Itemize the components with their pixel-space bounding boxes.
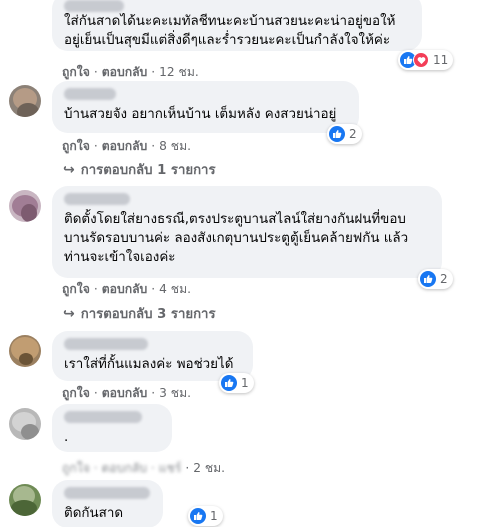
view-replies-label: การตอบกลับ 3 รายการ bbox=[80, 307, 216, 322]
comment-bubble: ติดตั้งโดยใส่ยางธรณี,ตรงประตูบานสไลน์ใส่… bbox=[52, 186, 442, 278]
comment-actions: ถูกใจ · ตอบกลับ · แชร์ · 2 ชม. bbox=[62, 461, 226, 475]
avatar[interactable] bbox=[9, 190, 41, 222]
like-link[interactable]: ถูกใจ bbox=[62, 386, 90, 400]
comment-actions: ถูกใจ · ตอบกลับ · 12 ชม. bbox=[62, 65, 199, 79]
comment-bubble: บ้านสวยจัง อยากเห็นบ้าน เต็มหลัง คงสวยน่… bbox=[52, 81, 359, 133]
timestamp[interactable]: 2 ชม. bbox=[193, 461, 225, 475]
avatar[interactable] bbox=[9, 335, 41, 367]
reaction-count: 11 bbox=[433, 53, 449, 67]
reaction-summary[interactable]: 2 bbox=[418, 269, 453, 289]
comment-actions: ถูกใจ · ตอบกลับ · 3 ชม. bbox=[62, 386, 191, 400]
commenter-name-blurred[interactable] bbox=[64, 411, 142, 423]
reaction-count: 1 bbox=[210, 509, 218, 523]
timestamp[interactable]: 4 ชม. bbox=[159, 282, 191, 296]
comment-text: ใส่กันสาดได้นะคะเมทัลชีทนะคะบ้านสวยนะคะน… bbox=[64, 14, 396, 48]
timestamp[interactable]: 12 ชม. bbox=[159, 65, 199, 79]
avatar[interactable] bbox=[9, 85, 41, 117]
comment-text: เราใส่ที่กั้นแมลงค่ะ พอช่วยได้ bbox=[64, 357, 234, 372]
reaction-summary[interactable]: 1 bbox=[219, 373, 254, 393]
timestamp[interactable]: 8 ชม. bbox=[159, 139, 191, 153]
commenter-name-blurred[interactable] bbox=[64, 487, 150, 499]
reply-link[interactable]: ตอบกลับ bbox=[102, 386, 148, 400]
reply-link[interactable]: ตอบกลับ bbox=[102, 65, 148, 79]
view-replies-link[interactable]: ↪ การตอบกลับ 1 รายการ bbox=[63, 159, 216, 180]
reaction-summary[interactable]: 1 bbox=[188, 506, 223, 526]
reaction-count: 2 bbox=[349, 127, 357, 141]
commenter-name-blurred[interactable] bbox=[64, 338, 148, 350]
comment-actions: ถูกใจ · ตอบกลับ · 8 ชม. bbox=[62, 139, 191, 153]
commenter-name-blurred[interactable] bbox=[64, 88, 116, 100]
comment-text: ติดกันสาดสวยๆเลย bbox=[64, 506, 124, 527]
like-icon bbox=[221, 375, 237, 391]
comment-text: ติดตั้งโดยใส่ยางธรณี,ตรงประตูบานสไลน์ใส่… bbox=[64, 212, 409, 265]
comment-bubble: ใส่กันสาดได้นะคะเมทัลชีทนะคะบ้านสวยนะคะน… bbox=[52, 0, 422, 51]
like-link[interactable]: ถูกใจ bbox=[62, 282, 90, 296]
reply-link[interactable]: ตอบกลับ bbox=[102, 282, 148, 296]
reaction-count: 1 bbox=[241, 376, 249, 390]
reply-link[interactable]: ตอบกลับ bbox=[102, 139, 148, 153]
commenter-name-blurred[interactable] bbox=[64, 0, 124, 12]
comment-text: บ้านสวยจัง อยากเห็นบ้าน เต็มหลัง คงสวยน่… bbox=[64, 107, 337, 122]
like-icon bbox=[329, 126, 345, 142]
reaction-summary[interactable]: 2 bbox=[327, 124, 362, 144]
reply-arrow-icon: ↪ bbox=[63, 306, 75, 322]
like-link[interactable]: ถูกใจ bbox=[62, 139, 90, 153]
like-link[interactable]: ถูกใจ bbox=[62, 65, 90, 79]
like-icon bbox=[190, 508, 206, 524]
like-icon bbox=[420, 271, 436, 287]
love-icon bbox=[413, 52, 429, 68]
comment-bubble: ติดกันสาดสวยๆเลย bbox=[52, 480, 163, 527]
reply-arrow-icon: ↪ bbox=[63, 162, 75, 178]
reaction-count: 2 bbox=[440, 272, 448, 286]
avatar[interactable] bbox=[9, 408, 41, 440]
comment-actions: ถูกใจ · ตอบกลับ · 4 ชม. bbox=[62, 282, 191, 296]
comment-bubble: . bbox=[52, 404, 172, 452]
view-replies-link[interactable]: ↪ การตอบกลับ 3 รายการ bbox=[63, 303, 216, 324]
reaction-summary[interactable]: 11 bbox=[398, 50, 454, 70]
comment-text: . bbox=[64, 430, 69, 445]
blurred-actions[interactable]: ถูกใจ · ตอบกลับ · แชร์ bbox=[62, 461, 181, 475]
view-replies-label: การตอบกลับ 1 รายการ bbox=[80, 163, 216, 178]
timestamp[interactable]: 3 ชม. bbox=[159, 386, 191, 400]
commenter-name-blurred[interactable] bbox=[64, 193, 130, 205]
avatar[interactable] bbox=[9, 484, 41, 516]
